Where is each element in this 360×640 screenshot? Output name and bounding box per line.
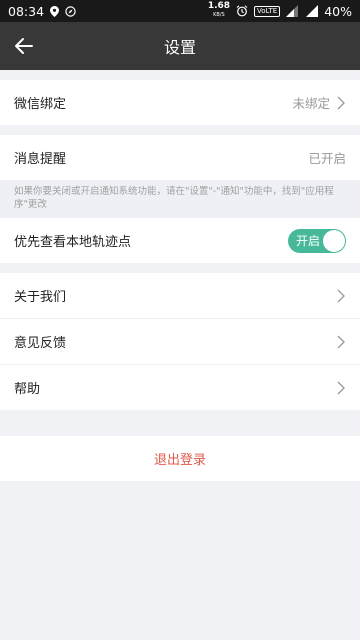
chevron-right-icon [337, 335, 345, 348]
battery-percent: 40% [324, 3, 352, 19]
app-bar: 设置 [0, 22, 360, 70]
feedback-row[interactable]: 意见反馈 [0, 319, 360, 364]
compass-icon [65, 5, 76, 17]
toggle-knob [323, 229, 345, 252]
alarm-icon [236, 5, 248, 17]
chevron-right-icon [337, 289, 345, 302]
local-track-toggle[interactable]: 开启 [288, 228, 346, 253]
status-time: 08:34 [8, 3, 45, 19]
signal-4g-icon [286, 5, 299, 17]
notify-section: 消息提醒 已开启 [0, 135, 360, 180]
message-reminder-status: 已开启 [308, 151, 346, 166]
local-track-section: 优先查看本地轨迹点 开启 [0, 218, 360, 263]
help-label: 帮助 [14, 382, 41, 397]
wechat-binding-row[interactable]: 微信绑定 未绑定 [0, 80, 360, 125]
wechat-section: 微信绑定 未绑定 [0, 80, 360, 125]
about-us-row[interactable]: 关于我们 [0, 273, 360, 318]
message-reminder-row[interactable]: 消息提醒 已开启 [0, 135, 360, 180]
local-track-label: 优先查看本地轨迹点 [14, 235, 132, 250]
back-arrow-icon[interactable] [12, 34, 36, 58]
logout-button[interactable]: 退出登录 [0, 436, 360, 481]
toggle-label: 开启 [296, 233, 321, 248]
menu-section: 关于我们 意见反馈 帮助 [0, 273, 360, 410]
help-row[interactable]: 帮助 [0, 365, 360, 410]
page-title: 设置 [163, 38, 196, 57]
notification-hint: 如果你要关闭或开启通知系统功能，请在"设置"-"通知"功能中，找到"应用程序"更… [0, 180, 360, 218]
chevron-right-icon [337, 381, 345, 394]
chevron-right-icon [337, 96, 345, 109]
status-bar: 08:34 1.68 KB/S VoLTE 40% [0, 0, 360, 22]
volte-badge: VoLTE [254, 5, 281, 17]
wechat-binding-label: 微信绑定 [14, 97, 67, 112]
about-us-label: 关于我们 [14, 290, 67, 305]
signal-icon [306, 5, 319, 17]
location-icon [50, 5, 60, 17]
wechat-binding-status: 未绑定 [292, 96, 330, 111]
network-speed: 1.68 KB/S [207, 1, 231, 19]
feedback-label: 意见反馈 [14, 336, 67, 351]
message-reminder-label: 消息提醒 [14, 152, 67, 167]
logout-section: 退出登录 [0, 436, 360, 481]
local-track-row: 优先查看本地轨迹点 开启 [0, 218, 360, 263]
